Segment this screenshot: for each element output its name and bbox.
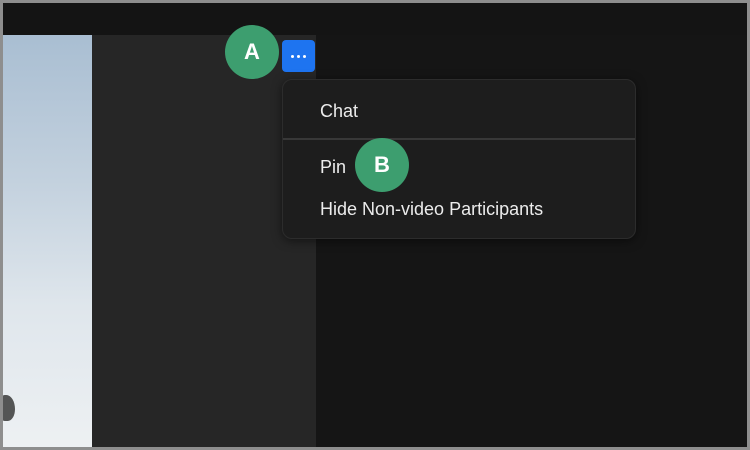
- menu-item-hide-non-video-participants[interactable]: Hide Non-video Participants: [320, 198, 543, 220]
- callout-badge-b: B: [355, 138, 409, 192]
- meeting-window: Chat Pin Hide Non-video Participants A B: [0, 0, 750, 450]
- more-dots-icon: [291, 54, 306, 58]
- dot: [291, 54, 294, 58]
- dot: [303, 54, 306, 58]
- top-bar: [3, 3, 747, 35]
- menu-item-pin[interactable]: Pin: [320, 156, 346, 178]
- participant-video-tile[interactable]: [3, 35, 316, 447]
- callout-badge-a: A: [225, 25, 279, 79]
- menu-item-chat[interactable]: Chat: [320, 100, 358, 122]
- more-options-menu: Chat Pin Hide Non-video Participants: [282, 79, 636, 239]
- more-options-button[interactable]: [282, 40, 315, 72]
- dot: [297, 54, 300, 58]
- menu-divider: [283, 138, 635, 140]
- participant-video-feed: [3, 35, 92, 447]
- video-foliage: [3, 395, 15, 421]
